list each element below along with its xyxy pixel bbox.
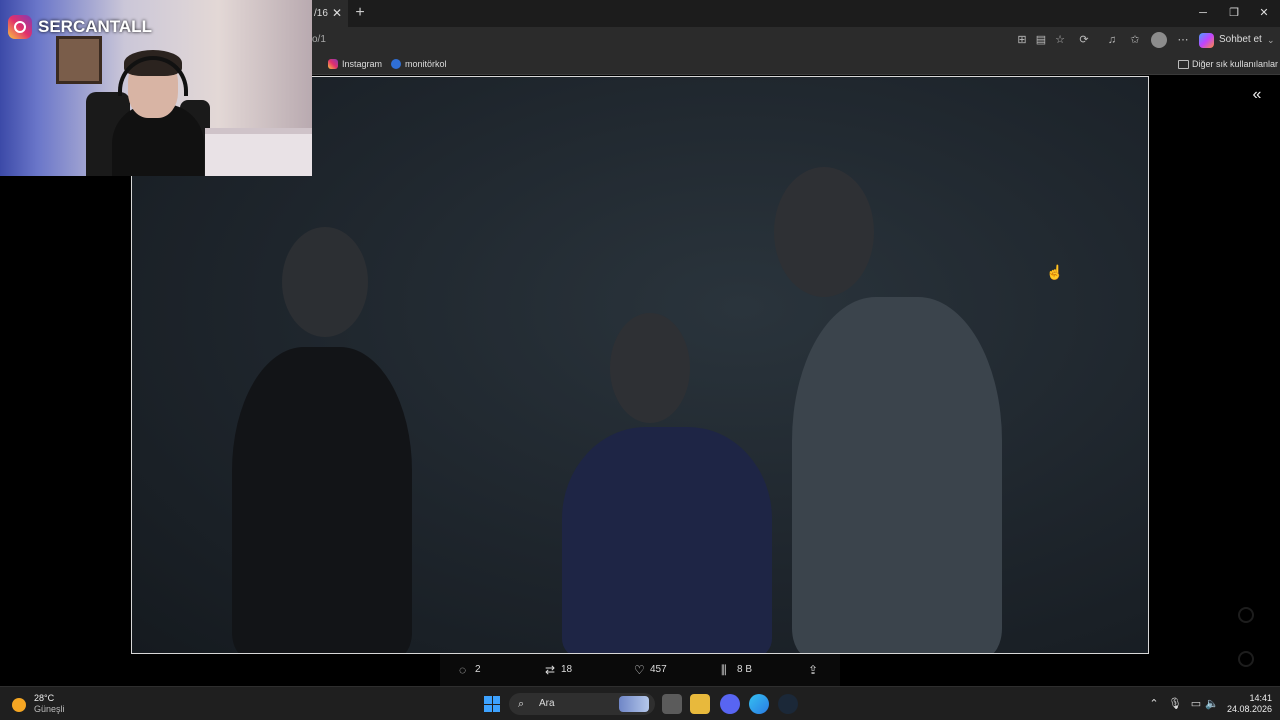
faded-chat-icon <box>1238 651 1254 667</box>
person-left-head <box>282 227 368 337</box>
post-action-bar: ◌ 2 ⇄ 18 ♡ 457 ⫼ 8 B ⇪ <box>440 654 840 686</box>
minimize-button[interactable]: ─ <box>1187 0 1219 27</box>
bar-chart-icon: ⫼ <box>721 663 727 677</box>
hand-cursor-icon: ☝ <box>1046 264 1064 280</box>
windows-taskbar: 28°C Güneşli ⌕ Ara ⌃ 🎙 ▭ 🔈 14:41 24.08.2… <box>0 686 1280 720</box>
instagram-icon <box>8 15 32 39</box>
steam-icon[interactable] <box>778 694 798 714</box>
task-view-icon[interactable] <box>662 694 682 714</box>
url-field[interactable]: o/1 <box>312 27 326 53</box>
discord-icon[interactable] <box>720 694 740 714</box>
favorite-star-icon[interactable]: ☆ <box>1052 32 1068 48</box>
faded-circle-icon <box>1238 607 1254 623</box>
tab-title: /16 <box>314 8 328 19</box>
view-count: 8 B <box>737 664 753 675</box>
reply-count: 2 <box>475 664 481 675</box>
like-button[interactable]: ♡ 457 <box>634 654 667 686</box>
instagram-icon <box>328 59 338 69</box>
views-button[interactable]: ⫼ 8 B <box>721 654 752 686</box>
tab-close-icon[interactable]: ✕ <box>332 0 342 27</box>
person-center-head <box>610 313 690 423</box>
weather-temp: 28°C <box>34 693 55 703</box>
bookmark-label: monitörkol <box>405 59 447 69</box>
webcam-overlay: SERCANTALL <box>0 0 312 176</box>
clock-time: 14:41 <box>1249 693 1272 703</box>
chevron-down-icon: ⌄ <box>1267 35 1275 45</box>
system-clock[interactable]: 14:41 24.08.2026 <box>1226 693 1272 715</box>
new-tab-button[interactable]: + <box>352 0 368 27</box>
taskbar-search[interactable]: ⌕ Ara <box>509 693 655 715</box>
file-explorer-icon[interactable] <box>690 694 710 714</box>
share-icon: ⇪ <box>808 663 819 677</box>
like-count: 457 <box>650 664 667 675</box>
start-button[interactable] <box>484 696 500 712</box>
clock-date: 24.08.2026 <box>1226 704 1272 714</box>
streamer-name: SERCANTALL <box>38 17 152 36</box>
weather-widget[interactable]: 28°C Güneşli <box>12 693 65 715</box>
reply-icon: ◌ <box>459 663 467 677</box>
wall-picture <box>56 36 102 84</box>
copilot-icon <box>1199 33 1214 48</box>
microphone-icon[interactable]: 🎙 <box>1167 687 1183 720</box>
repost-button[interactable]: ⇄ 18 <box>545 654 572 686</box>
bookmark-instagram[interactable]: Instagram <box>328 53 382 75</box>
bookmark-label: Instagram <box>342 59 383 69</box>
streamer-handle: SERCANTALL <box>8 15 152 39</box>
repost-icon: ⇄ <box>545 663 556 677</box>
show-hidden-icons[interactable]: ⌃ <box>1146 687 1162 720</box>
extensions-icon[interactable]: ⟳ <box>1076 32 1092 48</box>
person-right-shirt <box>792 297 1002 653</box>
edge-icon[interactable] <box>749 694 769 714</box>
share-button[interactable]: ⇪ <box>808 654 824 686</box>
bed <box>205 128 312 176</box>
verified-icon <box>391 59 401 69</box>
sun-icon <box>12 698 26 712</box>
collapse-panel-icon[interactable]: « <box>1248 86 1266 104</box>
favorites-icon[interactable]: ✩ <box>1127 32 1143 48</box>
search-icon: ⌕ <box>518 698 525 710</box>
display-icon[interactable]: ▭ <box>1188 687 1204 720</box>
copilot-label: Sohbet et <box>1219 34 1262 45</box>
search-placeholder: Ara <box>539 698 555 709</box>
person-left-shirt <box>232 347 412 653</box>
reader-mode-icon[interactable]: ▤ <box>1033 32 1049 48</box>
person-center-shirt <box>562 427 772 653</box>
browser-essentials-icon[interactable]: ♫ <box>1104 32 1120 48</box>
volume-icon[interactable]: 🔈 <box>1204 687 1220 720</box>
profile-avatar[interactable] <box>1151 32 1167 48</box>
reply-button[interactable]: ◌ 2 <box>459 654 481 686</box>
other-bookmarks-folder[interactable]: Diğer sık kullanılanlar <box>1178 53 1278 75</box>
copilot-button[interactable]: Sohbet et ⌄ <box>1199 31 1275 49</box>
bookmark-monitorkol[interactable]: monitörkol <box>391 53 447 75</box>
maximize-button[interactable]: ❐ <box>1218 0 1250 27</box>
screen: /16 ✕ + ─ ❐ ✕ o/1 ⊞ ▤ ☆ ⟳ ♫ ✩ ⋯ Sohbet e… <box>0 0 1280 720</box>
app-available-icon[interactable]: ⊞ <box>1014 32 1030 48</box>
folder-icon <box>1178 60 1189 69</box>
heart-icon: ♡ <box>634 663 645 677</box>
close-window-button[interactable]: ✕ <box>1248 0 1280 27</box>
more-menu-icon[interactable]: ⋯ <box>1175 32 1191 48</box>
other-bookmarks-label: Diğer sık kullanılanlar <box>1192 59 1279 69</box>
person-right-head <box>774 167 874 297</box>
repost-count: 18 <box>561 664 573 675</box>
weather-condition: Güneşli <box>34 704 65 714</box>
search-highlight-image <box>619 696 649 712</box>
